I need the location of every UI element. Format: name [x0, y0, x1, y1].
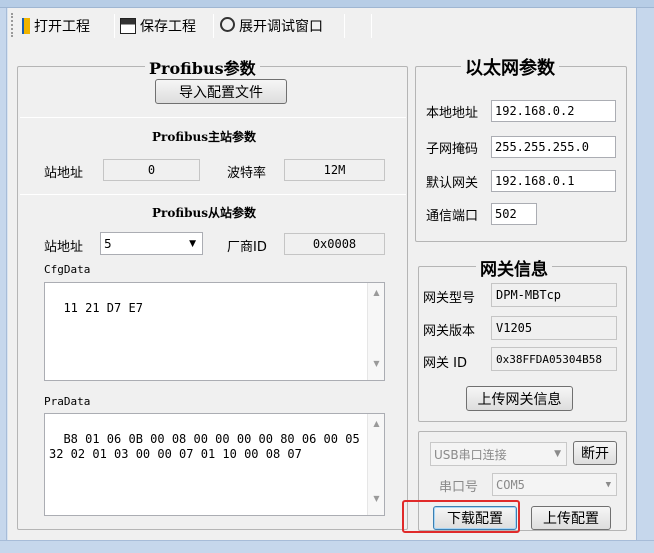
toolbar-separator	[114, 14, 115, 38]
highlight-box	[402, 500, 520, 533]
gateway-id-field[interactable]: 0x38FFDA05304B58	[491, 347, 617, 371]
open-project-label: 打开工程	[34, 19, 90, 35]
upload-config-button[interactable]: 上传配置	[531, 506, 611, 530]
slave-station-select[interactable]: 5 ▼	[100, 232, 203, 255]
vendor-id-label: 厂商ID	[227, 240, 267, 255]
connection-mode-select[interactable]: USB串口连接 ▼	[430, 442, 567, 466]
master-section-title: Profibus主站参数	[152, 128, 256, 145]
subnet-mask-input[interactable]: 255.255.255.0	[491, 136, 616, 158]
scroll-down-icon[interactable]: ▼	[368, 359, 385, 368]
slave-section-title: Profibus从站参数	[152, 204, 256, 221]
gateway-info-title: 网关信息	[476, 255, 552, 280]
save-icon	[120, 18, 136, 34]
toolbar-separator	[213, 14, 214, 38]
magnifier-icon	[220, 16, 235, 32]
pradata-textarea[interactable]: B8 01 06 0B 00 08 00 00 00 00 80 06 00 0…	[44, 413, 385, 516]
cfgdata-scrollbar[interactable]: ▲ ▼	[367, 283, 384, 380]
default-gateway-label: 默认网关	[426, 176, 479, 191]
window-right-border	[636, 8, 654, 553]
baud-rate-field[interactable]: 12M	[284, 159, 385, 181]
gateway-model-field[interactable]: DPM-MBTcp	[491, 283, 617, 307]
serial-port-select[interactable]: COM5 ▼	[492, 473, 617, 496]
save-project-button[interactable]: 保存工程	[120, 13, 196, 39]
import-config-button[interactable]: 导入配置文件	[155, 79, 287, 104]
connection-mode-value: USB串口连接	[434, 447, 507, 462]
gateway-model-label: 网关型号	[423, 291, 476, 306]
cfgdata-label: CfgData	[44, 263, 91, 276]
scroll-down-icon[interactable]: ▼	[368, 494, 385, 503]
pradata-value: B8 01 06 0B 00 08 00 00 00 00 80 06 00 0…	[49, 432, 360, 461]
serial-port-value: COM5	[496, 477, 525, 492]
window-bottom-border	[0, 540, 654, 553]
folder-icon	[22, 18, 30, 34]
window-left-border	[0, 8, 7, 553]
subnet-mask-label: 子网掩码	[426, 142, 479, 157]
gateway-id-label: 网关 ID	[423, 356, 467, 371]
slave-station-label: 站地址	[44, 240, 84, 255]
comm-port-input[interactable]: 502	[491, 203, 537, 225]
chevron-down-icon: ▼	[189, 238, 196, 249]
local-ip-label: 本地地址	[426, 106, 479, 121]
expand-debug-button[interactable]: 展开调试窗口	[220, 13, 323, 39]
default-gateway-input[interactable]: 192.168.0.1	[491, 170, 616, 192]
upload-gateway-info-button[interactable]: 上传网关信息	[466, 386, 573, 411]
profibus-group-title: Profibus参数	[145, 55, 260, 79]
gateway-version-label: 网关版本	[423, 324, 476, 339]
divider	[20, 117, 406, 118]
chevron-down-icon: ▼	[554, 449, 561, 459]
baud-rate-label: 波特率	[227, 166, 267, 181]
local-ip-input[interactable]: 192.168.0.2	[491, 100, 616, 122]
vendor-id-field[interactable]: 0x0008	[284, 233, 385, 255]
cfgdata-value: 11 21 D7 E7	[63, 301, 143, 315]
comm-port-label: 通信端口	[426, 209, 479, 224]
divider	[20, 194, 406, 195]
toolbar-grip	[11, 13, 15, 37]
gateway-version-field[interactable]: V1205	[491, 316, 617, 340]
window-top-border	[0, 0, 654, 8]
chevron-down-icon: ▼	[605, 479, 611, 490]
toolbar-separator	[371, 14, 372, 38]
pradata-scrollbar[interactable]: ▲ ▼	[367, 414, 384, 515]
expand-debug-label: 展开调试窗口	[239, 19, 323, 35]
toolbar-separator	[344, 14, 345, 38]
disconnect-button[interactable]: 断开	[573, 441, 617, 465]
slave-station-value: 5	[104, 236, 112, 251]
open-project-button[interactable]: 打开工程	[22, 13, 90, 39]
save-project-label: 保存工程	[140, 19, 196, 35]
pradata-label: PraData	[44, 395, 91, 408]
scroll-up-icon[interactable]: ▲	[368, 419, 385, 428]
master-station-field[interactable]: 0	[103, 159, 200, 181]
ethernet-group-title: 以太网参数	[461, 54, 559, 80]
master-station-label: 站地址	[44, 166, 84, 181]
serial-port-label: 串口号	[439, 480, 479, 495]
cfgdata-textarea[interactable]: 11 21 D7 E7	[44, 282, 385, 381]
scroll-up-icon[interactable]: ▲	[368, 288, 385, 297]
